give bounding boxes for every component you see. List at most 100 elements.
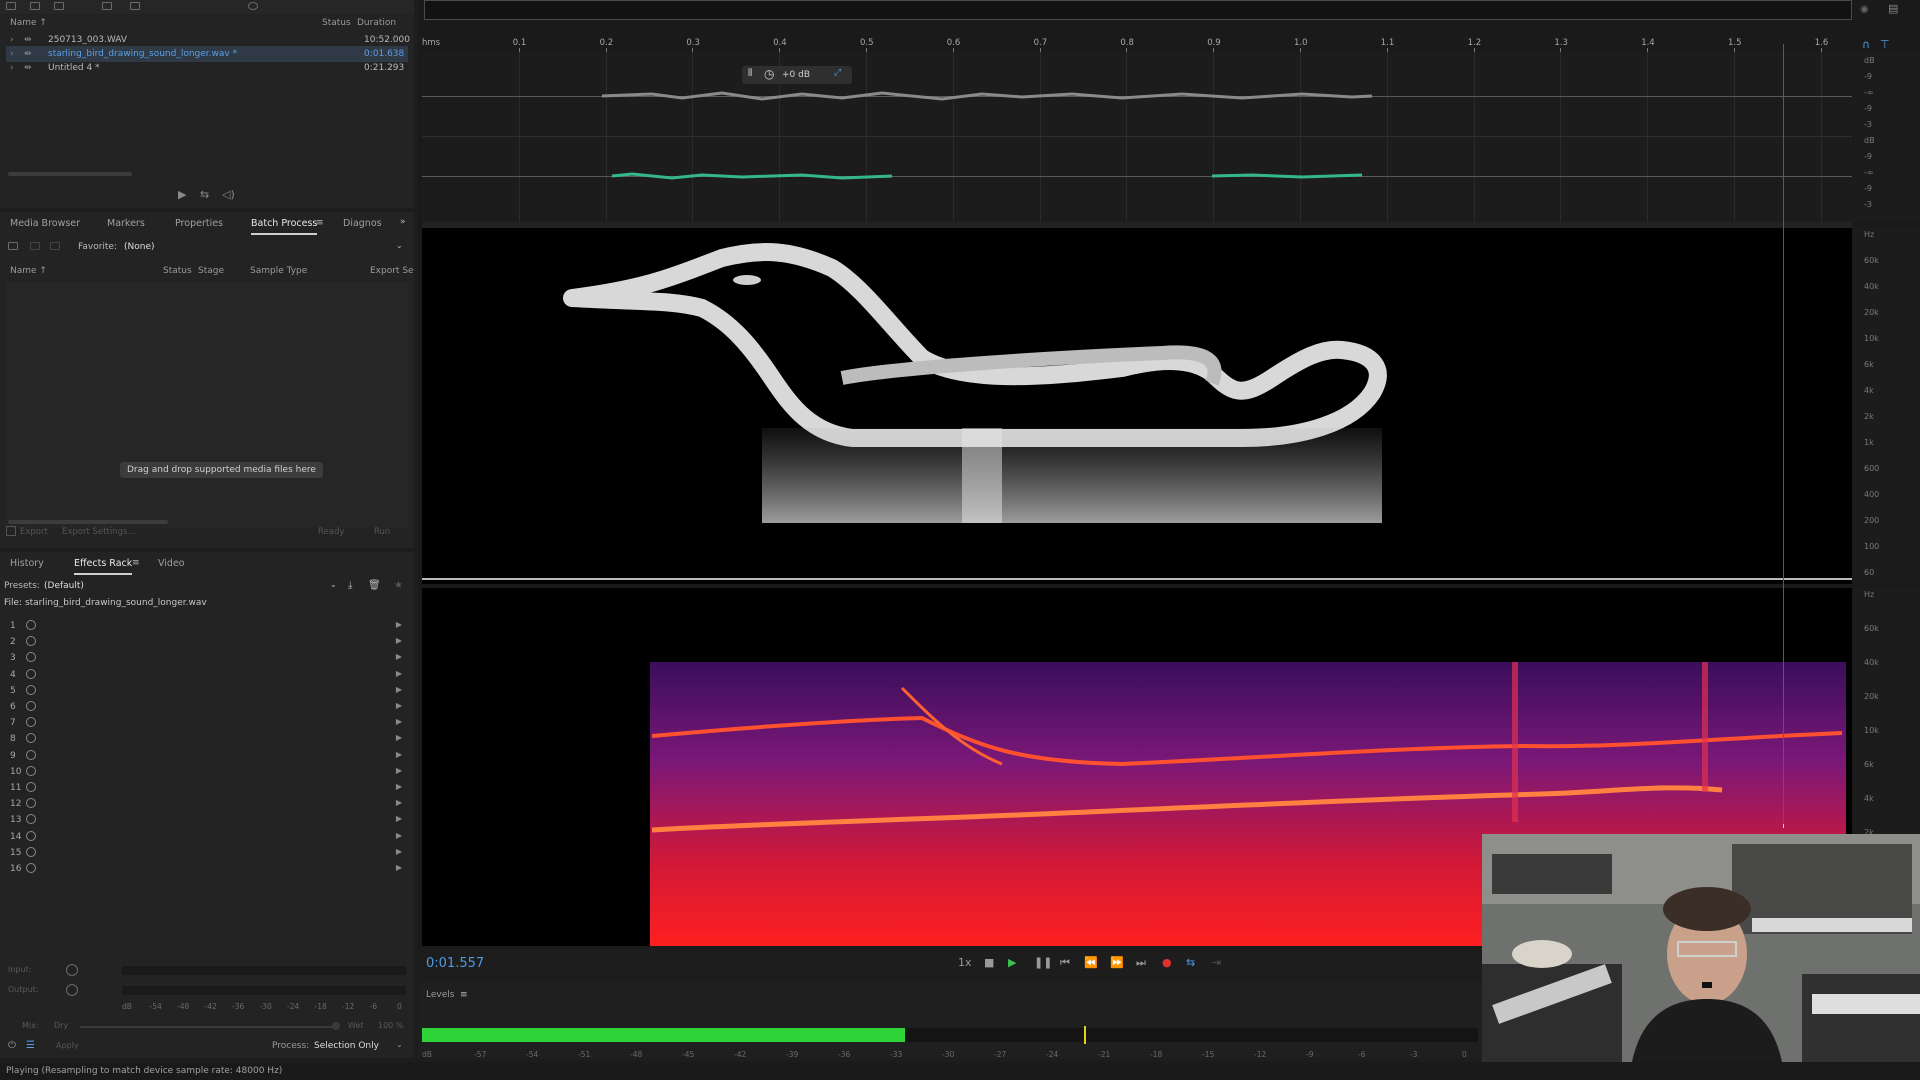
effect-slot[interactable]: 5 ▶ [8, 683, 402, 699]
pause-icon[interactable]: ❚❚ [1034, 956, 1052, 969]
batch-scrollbar[interactable] [8, 520, 168, 524]
effect-slot[interactable]: 8 ▶ [8, 731, 402, 747]
output-knob[interactable] [66, 984, 78, 996]
effect-slot[interactable]: 2 ▶ [8, 634, 402, 650]
zoom-icon[interactable]: ◉ [1860, 4, 1869, 15]
power-icon[interactable] [26, 668, 36, 679]
slot-menu-arrow-icon[interactable]: ▶ [396, 620, 402, 629]
batch-col[interactable]: Stage [198, 266, 224, 276]
effect-slot[interactable]: 1 ▶ [8, 618, 402, 634]
file-row[interactable]: › ⇹ Untitled 4 * 0:21.293 [6, 60, 408, 76]
tab-effects-rack[interactable]: Effects Rack [74, 558, 133, 575]
chevron-down-icon[interactable]: ⌄ [330, 580, 337, 589]
power-icon[interactable]: ⏻ [8, 1040, 16, 1051]
batch-col[interactable]: Sample Type [250, 266, 307, 276]
panel-menu-icon[interactable]: ≡ [132, 558, 140, 568]
power-icon[interactable] [26, 765, 36, 776]
menu-icon[interactable]: ≡ [460, 990, 468, 1000]
slot-menu-arrow-icon[interactable]: ▶ [396, 782, 402, 791]
folder-icon[interactable] [8, 242, 18, 250]
waveform-view[interactable]: ⫴ ◷ +0 dB ⤢ [422, 52, 1852, 222]
batch-col[interactable]: Status [163, 266, 192, 276]
apply-button[interactable]: Apply [56, 1041, 79, 1050]
wet-percent[interactable]: 100 % [378, 1021, 403, 1030]
tab-diagnos[interactable]: Diagnos [343, 218, 382, 229]
play-preview-icon[interactable]: ▶ [178, 188, 186, 201]
chevron-down-icon[interactable]: ⌄ [396, 1040, 403, 1049]
power-icon[interactable] [26, 782, 36, 792]
export-checkbox[interactable] [6, 526, 16, 536]
slot-menu-arrow-icon[interactable]: ▶ [396, 733, 402, 742]
power-icon[interactable] [26, 620, 36, 630]
mix-slider-handle[interactable] [332, 1022, 340, 1030]
remove-icon[interactable] [30, 242, 40, 250]
star-icon[interactable]: ★ [394, 580, 403, 591]
pin-icon[interactable]: ⊤ [1880, 38, 1890, 51]
gain-hud[interactable]: ⫴ ◷ +0 dB ⤢ [742, 66, 852, 84]
tab-video[interactable]: Video [158, 558, 185, 569]
trash-icon[interactable]: 🗑 [368, 580, 381, 591]
col-name[interactable]: Name ↑ [10, 18, 47, 28]
stop-icon[interactable]: ■ [984, 956, 994, 969]
fast-forward-icon[interactable]: ⏩ [1110, 956, 1124, 969]
tab-batch-process[interactable]: Batch Process [251, 218, 318, 235]
spectral-view-left[interactable] [422, 228, 1852, 584]
autoplay-icon[interactable]: ◁) [222, 188, 235, 201]
col-status[interactable]: Status [322, 18, 351, 28]
tab-history[interactable]: History [10, 558, 44, 569]
power-icon[interactable] [26, 830, 36, 841]
clear-icon[interactable] [50, 242, 60, 250]
delete-icon[interactable] [130, 2, 140, 10]
slot-menu-arrow-icon[interactable]: ▶ [396, 847, 402, 856]
speed-button[interactable]: 1x [958, 956, 972, 969]
tab-media-browser[interactable]: Media Browser [10, 218, 80, 229]
batch-file-list[interactable]: Drag and drop supported media files here [6, 282, 408, 528]
batch-col[interactable]: Name ↑ [10, 266, 47, 276]
power-icon[interactable] [26, 798, 36, 809]
export-settings-button[interactable]: Export Settings... [62, 527, 136, 537]
loop-icon[interactable]: ⇆ [1186, 956, 1195, 969]
overflow-icon[interactable]: » [400, 217, 406, 227]
presets-dropdown[interactable]: (Default) [44, 581, 84, 591]
favorite-dropdown[interactable]: (None) [124, 242, 155, 252]
playhead-marker[interactable] [1783, 44, 1785, 824]
power-icon[interactable] [26, 846, 36, 857]
headphones-icon[interactable]: ∩ [1862, 38, 1870, 51]
chevron-down-icon[interactable]: ⌄ [396, 241, 403, 250]
batch-col[interactable]: Export Se [370, 266, 414, 276]
effect-slot[interactable]: 14 ▶ [8, 829, 402, 845]
effect-slot[interactable]: 7 ▶ [8, 715, 402, 731]
slot-menu-arrow-icon[interactable]: ▶ [396, 814, 402, 823]
tab-markers[interactable]: Markers [107, 218, 145, 229]
pin-icon[interactable]: ⤢ [834, 68, 841, 78]
skip-selection-icon[interactable]: ⇥ [1212, 956, 1221, 969]
process-dropdown[interactable]: Selection Only [314, 1041, 379, 1051]
expand-icon[interactable]: › [10, 63, 14, 73]
panel-menu-icon[interactable]: ≡ [316, 218, 324, 228]
new-file-icon[interactable] [54, 2, 64, 10]
effect-slot[interactable]: 6 ▶ [8, 699, 402, 715]
power-icon[interactable] [26, 814, 36, 825]
power-icon[interactable] [26, 749, 36, 760]
input-knob[interactable] [66, 964, 78, 976]
play-icon[interactable]: ▶ [1008, 956, 1016, 969]
expand-icon[interactable]: › [10, 49, 14, 59]
effect-slot[interactable]: 13 ▶ [8, 812, 402, 828]
menu-icon[interactable]: ▤ [1888, 2, 1898, 15]
gain-value[interactable]: +0 dB [782, 70, 810, 80]
mix-slider[interactable] [80, 1026, 336, 1028]
time-ruler[interactable]: hms 0.1 0.2 0.3 0.4 0.5 0.6 0.7 0.8 0.9 1.0 1.1 1.2 1… [422, 36, 1852, 52]
skip-forward-icon[interactable]: ⏭ [1136, 956, 1146, 970]
slot-menu-arrow-icon[interactable]: ▶ [396, 717, 402, 726]
effect-slot[interactable]: 9 ▶ [8, 748, 402, 764]
expand-icon[interactable]: › [10, 35, 14, 45]
close-file-icon[interactable] [102, 2, 112, 10]
slot-menu-arrow-icon[interactable]: ▶ [396, 652, 402, 661]
col-duration[interactable]: Duration [357, 18, 396, 28]
power-icon[interactable] [26, 652, 36, 663]
power-icon[interactable] [26, 636, 36, 647]
slot-menu-arrow-icon[interactable]: ▶ [396, 750, 402, 759]
power-icon[interactable] [26, 701, 36, 711]
effect-slot[interactable]: 3 ▶ [8, 650, 402, 666]
effect-slot[interactable]: 4 ▶ [8, 667, 402, 683]
